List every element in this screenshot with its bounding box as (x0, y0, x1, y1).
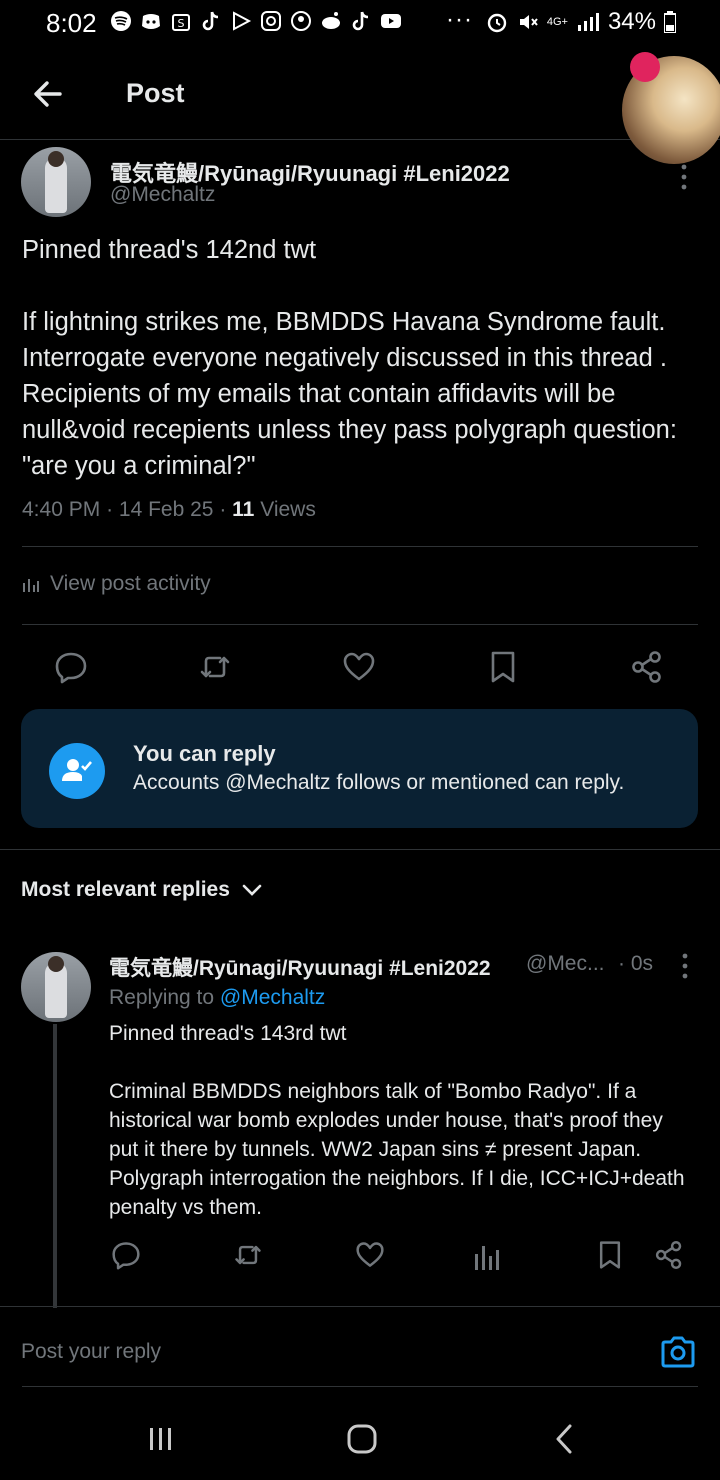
views-count: 11 (232, 498, 255, 521)
home-icon[interactable] (345, 1422, 379, 1456)
divider (0, 1306, 720, 1307)
thread-line (53, 1024, 57, 1308)
network-type: 4G+ (546, 15, 568, 28)
reply-restriction-title: You can reply (133, 741, 276, 766)
tiktok-icon (202, 11, 219, 31)
post-date[interactable]: 14 Feb 25 (119, 498, 214, 521)
divider (22, 546, 698, 547)
like-icon[interactable] (355, 1240, 385, 1270)
more-options-icon[interactable] (680, 952, 690, 980)
status-bar: 8:02 S ··· 4G+ 34% (0, 0, 720, 46)
discord-icon (142, 14, 160, 29)
back-arrow-icon[interactable] (30, 76, 66, 112)
replying-to: Replying to @Mechaltz (109, 986, 325, 1010)
battery-percent: 34% (607, 8, 656, 35)
reply-restriction-badge (49, 743, 105, 799)
tiktok-icon (352, 11, 369, 31)
system-icons: 4G+ 34% (485, 8, 676, 36)
author-handle[interactable]: @Mechaltz (110, 183, 215, 207)
reply-time: · 0s (618, 952, 654, 975)
svg-text:S: S (178, 17, 185, 30)
battery-icon (664, 11, 676, 33)
views-icon[interactable] (473, 1242, 503, 1272)
analytics-icon (23, 579, 39, 592)
repost-icon[interactable] (198, 650, 232, 684)
reply-icon[interactable] (54, 650, 88, 684)
camera-icon[interactable] (660, 1334, 696, 1370)
reply-text: Pinned thread's 143rd twt Criminal BBMDD… (109, 1022, 685, 1219)
share-icon[interactable] (630, 650, 664, 684)
bookmark-icon[interactable] (595, 1240, 625, 1270)
notification-icons: S (110, 10, 402, 32)
replies-sort-label: Most relevant replies (21, 878, 230, 901)
views-label: Views (260, 498, 316, 521)
reply-restriction-subtitle: Accounts @Mechaltz follows or mentioned … (133, 771, 625, 794)
instagram-icon (261, 11, 281, 31)
replying-to-prefix: Replying to (109, 986, 215, 1009)
alarm-icon (487, 13, 507, 33)
youtube-icon (381, 14, 401, 28)
replying-to-link[interactable]: @Mechaltz (220, 986, 325, 1009)
bookmark-icon[interactable] (486, 650, 520, 684)
avatar[interactable] (21, 147, 91, 217)
mute-icon (519, 15, 538, 29)
account-icon (291, 11, 311, 31)
reply-author-handle[interactable]: @Mec... (526, 952, 605, 976)
post-time[interactable]: 4:40 PM (22, 498, 100, 521)
more-notifications-icon: ··· (446, 6, 473, 33)
signal-icon (577, 13, 599, 31)
status-time: 8:02 (46, 8, 97, 38)
reply-composer-input[interactable]: Post your reply (21, 1340, 161, 1364)
reddit-icon (322, 12, 340, 29)
reply-icon[interactable] (111, 1240, 141, 1270)
divider (22, 624, 698, 625)
like-icon[interactable] (342, 650, 376, 684)
page-title: Post (126, 78, 185, 108)
system-navigation-bar (0, 1396, 720, 1480)
chevron-down-icon (242, 884, 262, 896)
top-app-bar: Post (0, 46, 720, 140)
share-icon[interactable] (654, 1240, 684, 1270)
recent-apps-icon[interactable] (144, 1422, 178, 1456)
user-check-icon (62, 759, 92, 781)
back-icon[interactable] (548, 1422, 582, 1456)
avatar[interactable] (21, 952, 91, 1022)
divider (22, 1386, 698, 1387)
reply-author-name[interactable]: 電気竜鰻/Ryūnagi/Ryuunagi #Leni2022 (109, 952, 491, 982)
more-options-icon[interactable] (679, 163, 689, 191)
view-post-activity-link[interactable]: View post activity (22, 572, 211, 596)
chat-head-badge (630, 52, 660, 82)
play-icon (233, 11, 252, 31)
replies-sort-dropdown[interactable]: Most relevant replies (21, 878, 262, 902)
shop-icon: S (172, 14, 190, 31)
view-post-activity-label: View post activity (50, 572, 211, 595)
reply-restriction-card: You can reply Accounts @Mechaltz follows… (21, 709, 698, 828)
repost-icon[interactable] (233, 1240, 263, 1270)
spotify-icon (111, 11, 131, 31)
post-text: Pinned thread's 142nd twt If lightning s… (22, 236, 677, 480)
divider (0, 849, 720, 850)
post-meta: 4:40 PM · 14 Feb 25 · 11 Views (22, 498, 316, 521)
